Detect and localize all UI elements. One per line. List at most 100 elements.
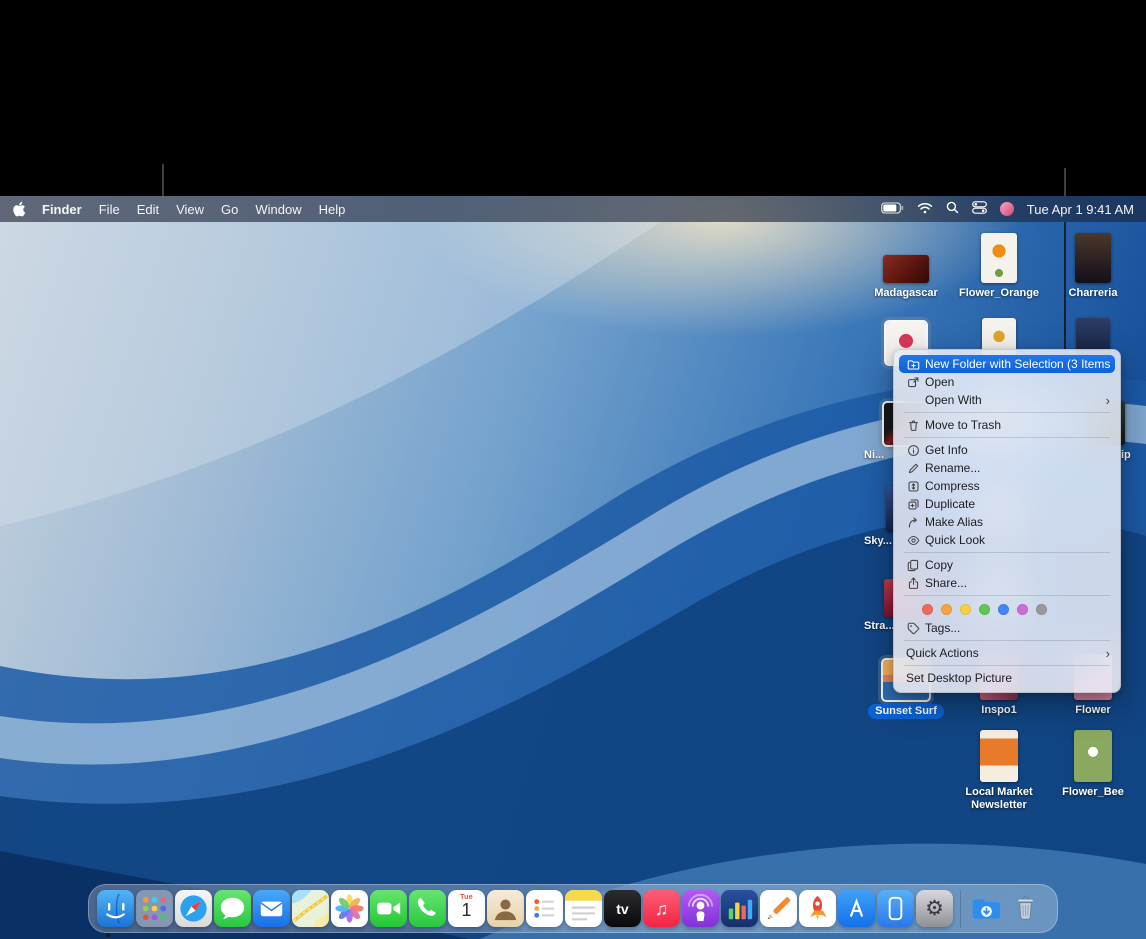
open-icon bbox=[905, 376, 922, 389]
file-thumbnail bbox=[980, 730, 1018, 782]
menu-view[interactable]: View bbox=[176, 202, 204, 217]
dock-photos-icon[interactable] bbox=[331, 890, 368, 927]
menu-edit[interactable]: Edit bbox=[137, 202, 159, 217]
tag-colors-row bbox=[894, 599, 1120, 619]
screenshot-stage: Finder File Edit View Go Window Help Tue… bbox=[0, 0, 1146, 939]
file-thumbnail bbox=[883, 255, 929, 283]
menu-item-set-desktop-picture[interactable]: Set Desktop Picture bbox=[894, 669, 1120, 687]
top-black-region bbox=[0, 0, 1146, 196]
dock-launchpad-icon[interactable] bbox=[136, 890, 173, 927]
menu-item-rename[interactable]: Rename... bbox=[894, 459, 1120, 477]
tag-orange[interactable] bbox=[941, 604, 952, 615]
menu-help[interactable]: Help bbox=[319, 202, 346, 217]
menu-go[interactable]: Go bbox=[221, 202, 238, 217]
new-folder-icon bbox=[905, 358, 922, 371]
copy-icon bbox=[905, 559, 922, 572]
user-avatar[interactable] bbox=[1000, 202, 1014, 216]
tag-red[interactable] bbox=[922, 604, 933, 615]
menu-separator bbox=[904, 640, 1110, 641]
menu-bar: Finder File Edit View Go Window Help Tue… bbox=[0, 196, 1146, 222]
share-icon bbox=[905, 577, 922, 590]
file-label-partial: Stra... bbox=[864, 620, 895, 633]
tag-purple[interactable] bbox=[1017, 604, 1028, 615]
menu-bar-clock[interactable]: Tue Apr 1 9:41 AM bbox=[1027, 202, 1134, 217]
callout-line-context-menu bbox=[1064, 222, 1066, 349]
menu-window[interactable]: Window bbox=[255, 202, 301, 217]
dock-safari-icon[interactable] bbox=[175, 890, 212, 927]
music-note-glyph: ♫ bbox=[655, 900, 669, 918]
desktop-icon-flower-bee[interactable]: Flower_Bee bbox=[1053, 728, 1133, 799]
dock-mail-icon[interactable] bbox=[253, 890, 290, 927]
apple-menu-icon[interactable] bbox=[12, 201, 26, 217]
dock-facetime-icon[interactable] bbox=[370, 890, 407, 927]
menu-item-quick-look[interactable]: Quick Look bbox=[894, 531, 1120, 549]
dock-finder-icon[interactable] bbox=[97, 890, 134, 927]
tag-yellow[interactable] bbox=[960, 604, 971, 615]
desktop-icon-madagascar[interactable]: Madagascar bbox=[866, 229, 946, 300]
menu-item-tags[interactable]: Tags... bbox=[894, 619, 1120, 637]
dock-rocket-app-icon[interactable] bbox=[799, 890, 836, 927]
desktop-icon-flower-orange[interactable]: Flower_Orange bbox=[959, 229, 1039, 300]
dock-trash-icon[interactable] bbox=[1007, 890, 1044, 927]
dock-messages-icon[interactable] bbox=[214, 890, 251, 927]
menu-finder[interactable]: Finder bbox=[42, 202, 82, 217]
eye-icon bbox=[905, 534, 922, 547]
battery-icon[interactable] bbox=[881, 202, 904, 217]
menu-item-make-alias[interactable]: Make Alias bbox=[894, 513, 1120, 531]
file-label-partial: Sky... bbox=[864, 535, 892, 548]
file-label: Local Market Newsletter bbox=[958, 786, 1040, 812]
rename-pencil-icon bbox=[905, 462, 922, 475]
info-icon bbox=[905, 444, 922, 457]
file-label: Flower_Orange bbox=[959, 287, 1039, 300]
dock-separator bbox=[960, 890, 961, 928]
dock: Tue 1 tv ♫ bbox=[88, 884, 1058, 933]
dock-contacts-icon[interactable] bbox=[487, 890, 524, 927]
menu-separator bbox=[904, 665, 1110, 666]
context-menu: New Folder with Selection (3 Items) Open… bbox=[893, 349, 1121, 693]
menu-file[interactable]: File bbox=[99, 202, 120, 217]
file-label: Flower bbox=[1075, 704, 1110, 717]
tv-logo-text: tv bbox=[616, 901, 628, 917]
finder-running-indicator bbox=[106, 933, 110, 937]
menu-item-get-info[interactable]: Get Info bbox=[894, 441, 1120, 459]
menu-separator bbox=[904, 595, 1110, 596]
menu-item-open-with[interactable]: Open With › bbox=[894, 391, 1120, 409]
wifi-icon[interactable] bbox=[917, 202, 933, 217]
dock-podcasts-icon[interactable] bbox=[682, 890, 719, 927]
control-center-icon[interactable] bbox=[972, 201, 987, 217]
dock-maps-icon[interactable] bbox=[292, 890, 329, 927]
dock-charts-app-icon[interactable] bbox=[721, 890, 758, 927]
dock-downloads-folder-icon[interactable] bbox=[968, 890, 1005, 927]
dock-music-icon[interactable]: ♫ bbox=[643, 890, 680, 927]
tag-gray[interactable] bbox=[1036, 604, 1047, 615]
dock-pencil-app-icon[interactable] bbox=[760, 890, 797, 927]
dock-system-settings-icon[interactable]: ⚙ bbox=[916, 890, 953, 927]
compress-icon bbox=[905, 480, 922, 493]
callout-line-menubar bbox=[162, 164, 164, 196]
menu-item-duplicate[interactable]: Duplicate bbox=[894, 495, 1120, 513]
menu-item-open[interactable]: Open bbox=[894, 373, 1120, 391]
menu-item-move-to-trash[interactable]: Move to Trash bbox=[894, 416, 1120, 434]
dock-reminders-icon[interactable] bbox=[526, 890, 563, 927]
dock-iphone-mirroring-icon[interactable] bbox=[877, 890, 914, 927]
dock-app-store-icon[interactable] bbox=[838, 890, 875, 927]
dock-calendar-icon[interactable]: Tue 1 bbox=[448, 890, 485, 927]
spotlight-search-icon[interactable] bbox=[946, 201, 959, 217]
tag-blue[interactable] bbox=[998, 604, 1009, 615]
gear-glyph: ⚙ bbox=[925, 898, 944, 919]
callout-line-context-menu-top bbox=[1064, 168, 1066, 196]
dock-notes-icon[interactable] bbox=[565, 890, 602, 927]
menu-item-quick-actions[interactable]: Quick Actions › bbox=[894, 644, 1120, 662]
menu-item-compress[interactable]: Compress bbox=[894, 477, 1120, 495]
tag-icon bbox=[905, 622, 922, 635]
menu-item-new-folder-with-selection[interactable]: New Folder with Selection (3 Items) bbox=[899, 355, 1115, 373]
trash-icon bbox=[905, 419, 922, 432]
file-label: Inspo1 bbox=[981, 704, 1016, 717]
dock-apple-tv-icon[interactable]: tv bbox=[604, 890, 641, 927]
menu-item-copy[interactable]: Copy bbox=[894, 556, 1120, 574]
file-label: Flower_Bee bbox=[1062, 786, 1124, 799]
menu-item-share[interactable]: Share... bbox=[894, 574, 1120, 592]
desktop-icon-local-market-newsletter[interactable]: Local Market Newsletter bbox=[954, 728, 1044, 812]
tag-green[interactable] bbox=[979, 604, 990, 615]
dock-phone-icon[interactable] bbox=[409, 890, 446, 927]
